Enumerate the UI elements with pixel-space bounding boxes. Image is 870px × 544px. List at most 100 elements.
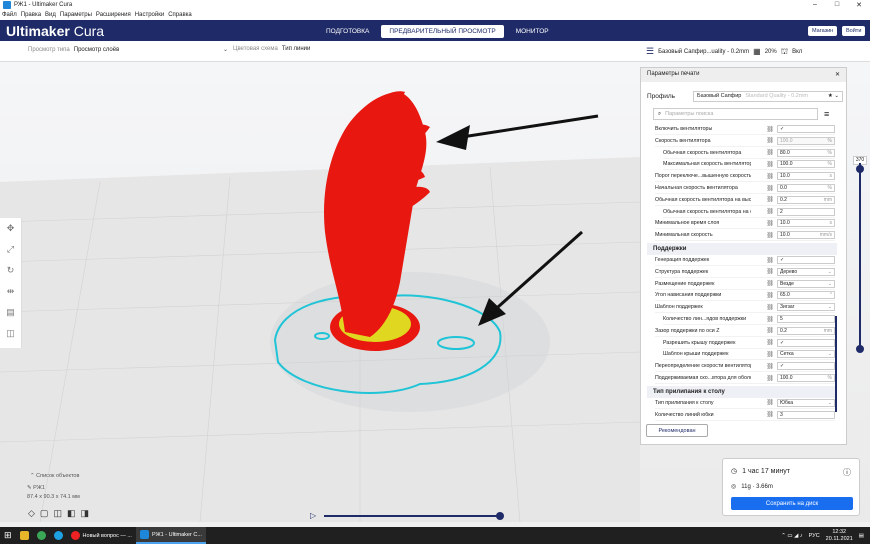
clock[interactable]: 12:32 20.11.2021 <box>826 529 853 543</box>
link-reset-icon[interactable]: ⛓ <box>751 232 777 239</box>
link-reset-icon[interactable]: ⛓ <box>751 280 777 287</box>
menu-preferences[interactable]: Настройки <box>135 12 164 18</box>
recommended-button[interactable]: Рекомендован <box>646 424 708 437</box>
start-button[interactable]: ⊞ <box>0 527 16 544</box>
menu-edit[interactable]: Правка <box>21 12 41 18</box>
layer-slider-bottom-handle[interactable] <box>856 345 864 353</box>
color-scheme-select[interactable]: Цветовая схема Тип линии <box>233 46 433 52</box>
link-reset-icon[interactable]: ⛓ <box>751 126 777 133</box>
setting-value-field[interactable]: 0.2 mm <box>777 326 835 335</box>
setting-value-field[interactable]: 0.0% <box>777 184 835 192</box>
setting-value-field[interactable]: 10.0 mm/s <box>777 231 835 240</box>
save-to-disk-button[interactable]: Сохранить на диск <box>731 497 853 510</box>
setting-value-field[interactable]: 10.0 s <box>777 219 835 228</box>
link-reset-icon[interactable]: ⛓ <box>751 292 777 299</box>
settings-scrollbar[interactable] <box>835 316 837 412</box>
menu-settings[interactable]: Параметры <box>60 12 92 18</box>
link-reset-icon[interactable]: ⛓ <box>751 411 777 418</box>
view-type-select[interactable]: Просмотр типа Просмотр слоёв ⌄ <box>28 46 228 54</box>
skype-taskbar-icon[interactable] <box>50 527 67 544</box>
rotate-icon[interactable]: ↻ <box>0 260 21 281</box>
link-reset-icon[interactable]: ⛓ <box>751 316 777 323</box>
setting-value-field[interactable]: 65.0 ° <box>777 291 835 300</box>
layer-slider[interactable] <box>856 163 864 353</box>
tab-preview[interactable]: ПРЕДВАРИТЕЛЬНЫЙ ПРОСМОТР <box>381 25 504 38</box>
setting-value-field[interactable]: 100.0% <box>777 374 835 382</box>
link-reset-icon[interactable]: ⛓ <box>751 375 777 382</box>
input-language[interactable]: РУС <box>809 533 820 539</box>
path-slider-track[interactable] <box>324 515 500 517</box>
settings-search-input[interactable]: ⌕ Параметры поиска <box>653 108 818 120</box>
menu-help[interactable]: Справка <box>168 12 192 18</box>
tab-monitor[interactable]: МОНИТОР <box>508 25 557 38</box>
view-3d-icon[interactable]: ◇ <box>28 508 35 519</box>
close-window-button[interactable]: ✕ <box>848 1 870 9</box>
setting-value-field[interactable]: Юбка ⌄ <box>777 398 835 407</box>
minimize-button[interactable]: – <box>804 1 826 9</box>
link-reset-icon[interactable]: ⛓ <box>751 220 777 227</box>
marketplace-button[interactable]: Магазин <box>808 26 838 36</box>
mirror-icon[interactable]: ⇹ <box>0 281 21 302</box>
setting-value-field[interactable]: 100.0% <box>777 160 835 169</box>
setting-value-field[interactable]: Зигзаг ⌄ <box>777 303 835 312</box>
link-reset-icon[interactable]: ⛓ <box>751 185 777 192</box>
profile-select[interactable]: Базовый Сапфир Standard Quality - 0.2mm … <box>693 90 843 102</box>
link-reset-icon[interactable]: ⛓ <box>751 304 777 311</box>
link-reset-icon[interactable]: ⛓ <box>751 268 777 275</box>
taskbar-cura-window[interactable]: РЖ1 - Ultimaker C... <box>135 527 206 544</box>
view-left-icon[interactable]: ◧ <box>67 508 76 519</box>
scale-icon[interactable]: ⤢ <box>0 239 21 260</box>
link-reset-icon[interactable]: ⛓ <box>751 257 777 264</box>
category-support[interactable]: Поддержки <box>647 243 837 255</box>
explorer-taskbar-icon[interactable] <box>16 527 33 544</box>
setting-value-field[interactable]: 80.0% <box>777 148 835 157</box>
info-icon[interactable]: ⓘ <box>843 467 851 478</box>
menu-extensions[interactable]: Расширения <box>96 12 131 18</box>
setting-value-field[interactable]: 0.2 mm <box>777 195 835 204</box>
setting-value-field[interactable]: ✓ <box>777 125 835 133</box>
link-reset-icon[interactable]: ⛓ <box>751 196 777 203</box>
play-icon[interactable]: ▷ <box>310 511 316 520</box>
link-reset-icon[interactable]: ⛓ <box>751 351 777 358</box>
setting-value-field[interactable]: Сетка ⌄ <box>777 350 835 359</box>
link-reset-icon[interactable]: ⛓ <box>751 149 777 156</box>
notifications-icon[interactable]: ▤ <box>859 533 864 539</box>
setting-value-field[interactable]: ✓ <box>777 256 835 264</box>
setting-value-field[interactable]: Везде ⌄ <box>777 279 835 288</box>
close-panel-icon[interactable]: ✕ <box>835 71 840 79</box>
per-model-settings-icon[interactable]: ▤ <box>0 302 21 323</box>
link-reset-icon[interactable]: ⛓ <box>751 327 777 334</box>
menu-icon[interactable]: ≡ <box>824 109 829 119</box>
view-right-icon[interactable]: ◨ <box>80 508 89 519</box>
view-front-icon[interactable]: ▢ <box>40 508 49 519</box>
link-reset-icon[interactable]: ⛓ <box>751 399 777 406</box>
maximize-button[interactable]: □ <box>826 1 848 9</box>
link-reset-icon[interactable]: ⛓ <box>751 363 777 370</box>
menu-view[interactable]: Вид <box>45 12 56 18</box>
setting-value-field[interactable]: 5 <box>777 315 835 323</box>
star-icon[interactable]: ★ ⌄ <box>828 93 839 99</box>
support-blocker-icon[interactable]: ◫ <box>0 323 21 344</box>
view-top-icon[interactable]: ◫ <box>53 508 62 519</box>
link-reset-icon[interactable]: ⛓ <box>751 161 777 168</box>
tab-prepare[interactable]: ПОДГОТОВКА <box>318 25 377 38</box>
taskbar-browser-window[interactable]: Новый вопрос — ... <box>67 527 136 544</box>
tray-icons[interactable]: ⌃ ▭ ◢ ♪ <box>781 533 802 539</box>
object-name-row[interactable]: ✎ РЖ1 <box>27 485 80 491</box>
setting-value-field[interactable]: 3 <box>777 410 835 419</box>
path-slider-handle[interactable] <box>496 512 504 520</box>
menu-file[interactable]: Файл <box>2 12 17 18</box>
setting-value-field[interactable]: 10.0 s <box>777 172 835 181</box>
link-reset-icon[interactable]: ⛓ <box>751 173 777 180</box>
setting-value-field[interactable]: 2 <box>777 207 835 216</box>
link-reset-icon[interactable]: ⛓ <box>751 137 777 144</box>
login-button[interactable]: Войти <box>842 26 866 36</box>
setting-value-field[interactable]: Дерево ⌄ <box>777 267 835 276</box>
setting-value-field[interactable]: ✓ <box>777 362 835 371</box>
link-reset-icon[interactable]: ⛓ <box>751 208 777 215</box>
setting-value-field[interactable]: 100.0% <box>777 136 835 145</box>
print-settings-summary[interactable]: ☰ Базовый Сапфир...uality - 0.2mm ▦ 20% … <box>646 46 846 57</box>
move-icon[interactable]: ✥ <box>0 218 21 239</box>
setting-value-field[interactable]: ✓ <box>777 338 835 347</box>
category-adhesion[interactable]: Тип прилипания к столу <box>647 385 837 398</box>
